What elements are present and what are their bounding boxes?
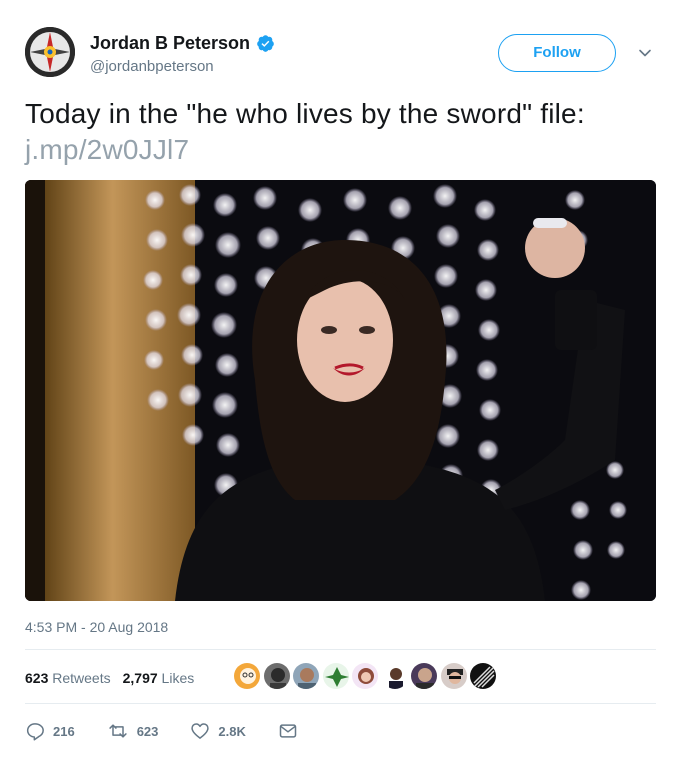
tweet-actions: 216 623 2.8K [25, 718, 338, 744]
display-name[interactable]: Jordan B Peterson [90, 32, 250, 54]
likes-stat[interactable]: 2,797 Likes [123, 670, 195, 686]
retweet-button[interactable]: 623 [107, 721, 159, 741]
divider [25, 703, 656, 704]
tweet-header: Jordan B Peterson @jordanbpeterson Follo… [25, 27, 665, 83]
liker-avatar[interactable] [233, 662, 261, 690]
user-info: Jordan B Peterson @jordanbpeterson [90, 32, 275, 75]
retweet-count: 623 [136, 723, 159, 739]
tweet-photo[interactable] [25, 180, 656, 601]
user-handle[interactable]: @jordanbpeterson [90, 58, 275, 75]
direct-message-button[interactable] [278, 721, 306, 741]
avatar[interactable] [25, 27, 75, 77]
reply-count: 216 [53, 723, 75, 739]
retweet-icon [109, 724, 127, 738]
liker-avatar[interactable] [292, 662, 320, 690]
tweet-body: Today in the "he who lives by the sword"… [25, 98, 585, 129]
liker-avatar[interactable] [439, 662, 468, 690]
liker-avatars [233, 662, 499, 694]
divider [25, 649, 656, 650]
liker-avatar[interactable] [380, 662, 409, 690]
retweets-label: Retweets [52, 670, 111, 686]
likes-label: Likes [161, 670, 195, 686]
verified-badge-icon [256, 34, 275, 53]
retweets-count: 623 [25, 670, 49, 686]
envelope-icon [279, 724, 297, 738]
liker-avatar[interactable] [351, 662, 379, 690]
liker-avatar[interactable] [469, 662, 497, 690]
tweet-timestamp[interactable]: 4:53 PM - 20 Aug 2018 [25, 619, 168, 635]
heart-icon [191, 723, 210, 739]
engagement-stats: 623 Retweets 2,797 Likes [25, 660, 206, 696]
like-count: 2.8K [218, 723, 246, 739]
like-button[interactable]: 2.8K [190, 721, 246, 741]
chevron-down-icon[interactable] [637, 45, 653, 61]
liker-avatar[interactable] [321, 662, 350, 690]
reply-icon [26, 723, 44, 741]
tweet-link[interactable]: j.mp/2w0JJl7 [25, 132, 665, 168]
likes-count: 2,797 [122, 670, 158, 686]
liker-avatar[interactable] [262, 662, 291, 690]
follow-button[interactable]: Follow [498, 34, 616, 72]
retweets-stat[interactable]: 623 Retweets [25, 670, 111, 686]
tweet-text: Today in the "he who lives by the sword"… [25, 96, 665, 168]
liker-avatar[interactable] [410, 662, 438, 690]
reply-button[interactable]: 216 [25, 721, 75, 741]
